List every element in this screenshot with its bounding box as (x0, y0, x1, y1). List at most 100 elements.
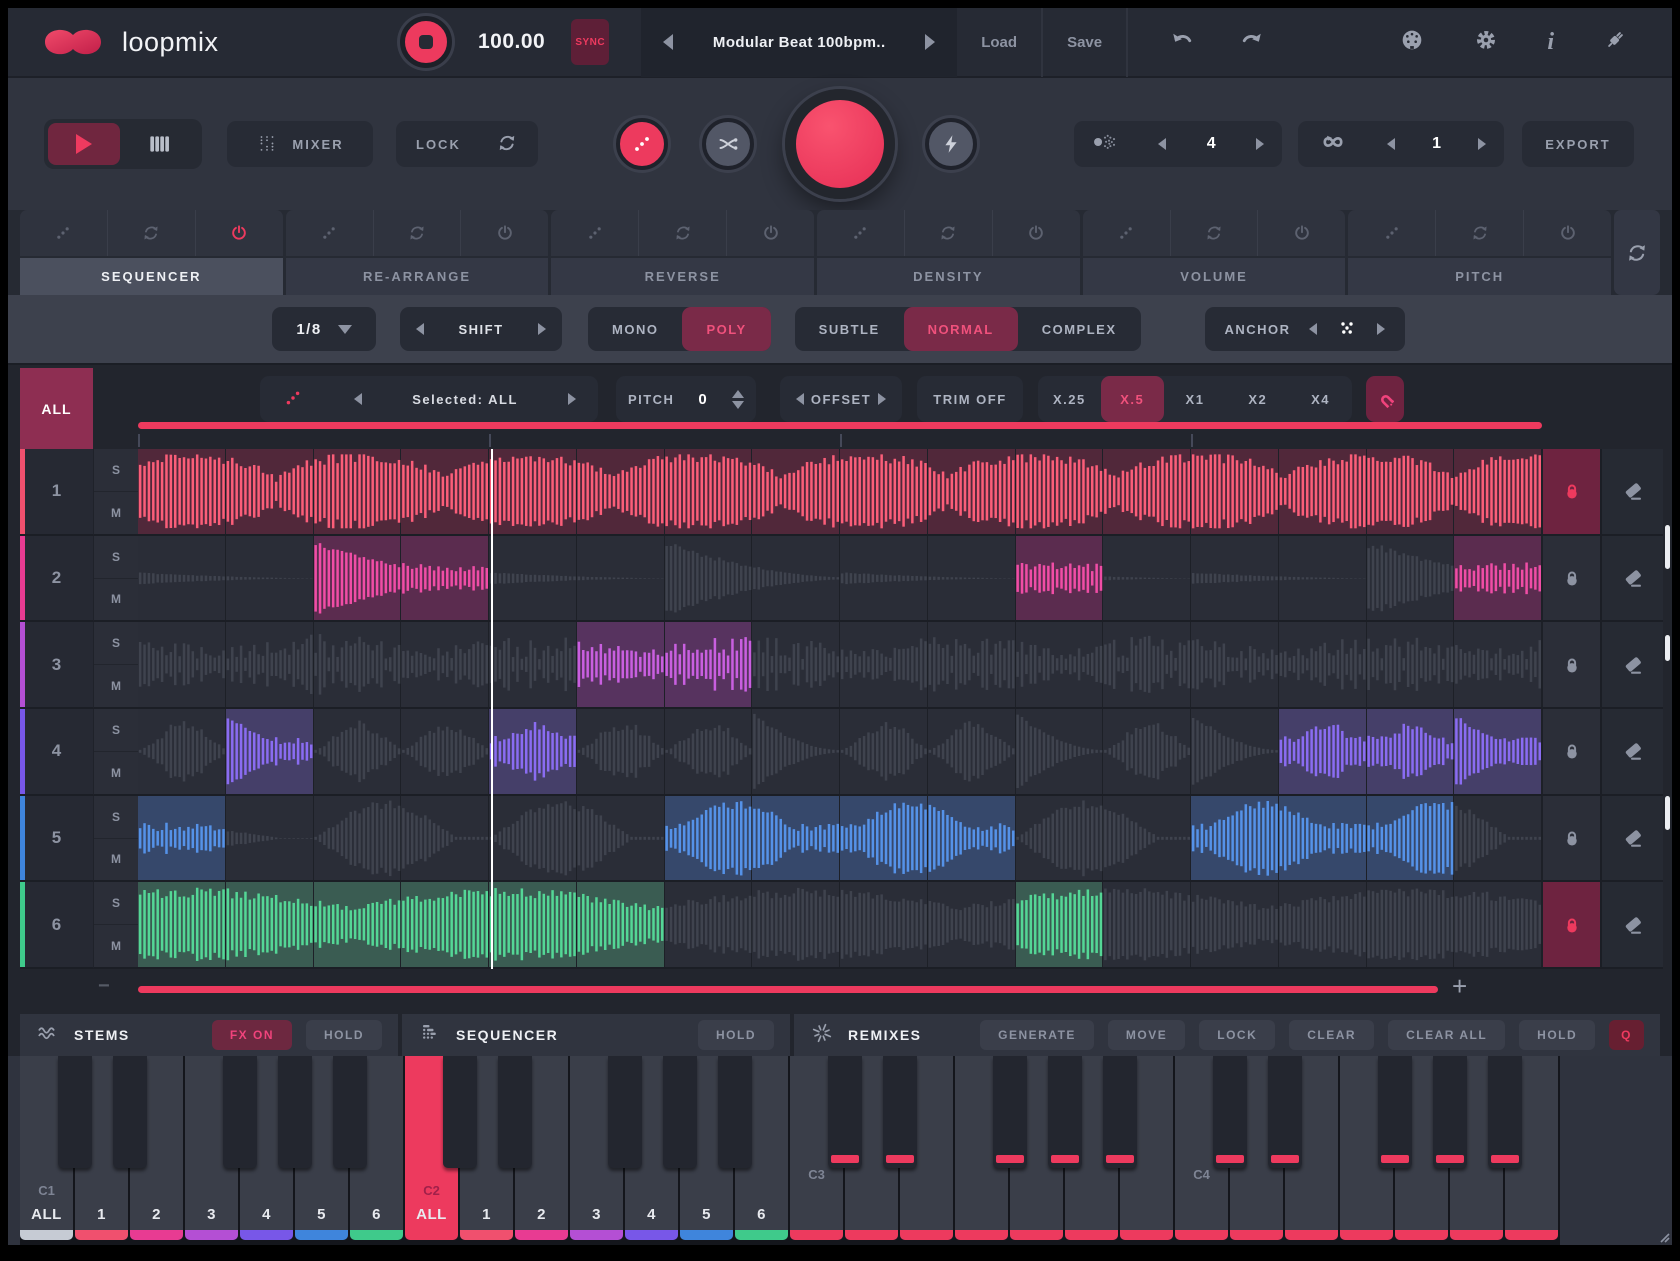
loop-cell[interactable] (1103, 622, 1191, 707)
loop-cell[interactable] (577, 622, 665, 707)
loop-cell[interactable] (752, 536, 840, 621)
mono-option[interactable]: MONO (588, 307, 682, 351)
step-down-icon[interactable] (732, 401, 744, 415)
loop-cell[interactable] (489, 709, 577, 794)
loop-cell[interactable] (1103, 796, 1191, 881)
anchor-prev-icon[interactable] (1309, 323, 1317, 335)
shuffle-button[interactable] (702, 118, 754, 170)
add-button[interactable]: + (1452, 971, 1467, 1002)
instant-remix-button[interactable] (925, 118, 977, 170)
loop-cell[interactable] (489, 796, 577, 881)
record-button[interactable] (785, 89, 895, 199)
solo-button[interactable]: S (94, 536, 138, 579)
power-icon[interactable] (727, 210, 814, 256)
loop-cell[interactable] (840, 536, 928, 621)
loop-cell[interactable] (138, 796, 226, 881)
speed-x2[interactable]: X2 (1226, 376, 1289, 422)
loop-cell[interactable] (577, 796, 665, 881)
loop-cell[interactable] (226, 449, 314, 534)
black-key[interactable] (1378, 1056, 1412, 1168)
pitch-stepper[interactable] (732, 384, 744, 415)
speed-x1[interactable]: X1 (1164, 376, 1227, 422)
shift-left-icon[interactable] (416, 323, 424, 335)
loop-cell[interactable] (928, 709, 1016, 794)
speed-x05[interactable]: X.5 (1101, 376, 1164, 422)
loop-cell[interactable] (1454, 796, 1542, 881)
loop-cell[interactable] (752, 882, 840, 967)
refresh-icon[interactable] (108, 210, 196, 256)
black-key[interactable] (718, 1056, 752, 1168)
random-dots-icon[interactable] (20, 210, 108, 256)
selected-prev-icon[interactable] (354, 393, 362, 405)
random-dots-icon[interactable] (282, 387, 304, 412)
loop-cell[interactable] (314, 622, 402, 707)
loop-cell[interactable] (489, 536, 577, 621)
redo-button[interactable] (1238, 29, 1264, 55)
black-key[interactable] (223, 1056, 257, 1168)
loop-cell[interactable] (1279, 796, 1367, 881)
remix-hold-button[interactable]: HOLD (1519, 1020, 1595, 1050)
loop-progress-bar[interactable] (138, 422, 1542, 429)
refresh-icon[interactable] (1171, 210, 1259, 256)
power-icon[interactable] (461, 210, 548, 256)
loop-cell[interactable] (840, 796, 928, 881)
tab-sequencer[interactable]: SEQUENCER (20, 258, 283, 295)
loop-cell[interactable] (1367, 449, 1455, 534)
mute-button[interactable]: M (94, 925, 138, 967)
remix-lock-button[interactable]: LOCK (1199, 1020, 1275, 1050)
loop-cell[interactable] (314, 882, 402, 967)
loop-cell[interactable] (314, 536, 402, 621)
mixer-button[interactable]: MIXER (227, 121, 373, 167)
scrollbar-segment[interactable] (1665, 635, 1670, 661)
tab-reverse[interactable]: REVERSE (551, 258, 814, 295)
loop-cell[interactable] (489, 449, 577, 534)
tab-pitch[interactable]: PITCH (1348, 258, 1611, 295)
loop-cell[interactable] (1103, 709, 1191, 794)
complex-option[interactable]: COMPLEX (1018, 307, 1141, 351)
tabs-refresh-button[interactable] (1614, 210, 1660, 295)
loop-cell[interactable] (401, 449, 489, 534)
pattern-next-icon[interactable] (1256, 138, 1264, 150)
black-key[interactable] (1268, 1056, 1302, 1168)
power-icon[interactable] (1524, 210, 1611, 256)
loop-cell[interactable] (1367, 536, 1455, 621)
load-button[interactable]: Load (957, 8, 1043, 77)
loop-cell[interactable] (665, 709, 753, 794)
loop-cell[interactable] (1103, 449, 1191, 534)
black-key[interactable] (333, 1056, 367, 1168)
loop-cell[interactable] (1367, 882, 1455, 967)
loop-cell[interactable] (1454, 622, 1542, 707)
loop-cell[interactable] (138, 882, 226, 967)
loop-cell[interactable] (1191, 449, 1279, 534)
random-dots-icon[interactable] (286, 210, 374, 256)
loop-cell[interactable] (577, 449, 665, 534)
move-button[interactable]: MOVE (1108, 1020, 1185, 1050)
zoom-out-button[interactable]: − (98, 975, 110, 998)
fx-on-button[interactable]: FX ON (212, 1020, 292, 1050)
randomize-button[interactable] (616, 118, 668, 170)
mute-button[interactable]: M (94, 492, 138, 534)
loop-cell[interactable] (1016, 796, 1104, 881)
black-key[interactable] (883, 1056, 917, 1168)
loop-cell[interactable] (1367, 622, 1455, 707)
refresh-icon[interactable] (905, 210, 993, 256)
loop-cell[interactable] (1279, 882, 1367, 967)
loop-cell[interactable] (928, 622, 1016, 707)
loop-cell[interactable] (314, 449, 402, 534)
loop-cell[interactable] (752, 622, 840, 707)
track-2-lock-button[interactable] (1542, 536, 1600, 623)
preset-prev-icon[interactable] (663, 34, 673, 50)
poly-option[interactable]: POLY (682, 307, 770, 351)
black-key[interactable] (1103, 1056, 1137, 1168)
gear-icon[interactable] (1473, 27, 1499, 58)
loop-cell[interactable] (840, 622, 928, 707)
loop-cell[interactable] (840, 449, 928, 534)
random-dots-icon[interactable] (1348, 210, 1436, 256)
keys-mode-button[interactable] (120, 131, 198, 157)
black-key[interactable] (1213, 1056, 1247, 1168)
power-icon[interactable] (196, 210, 283, 256)
black-key[interactable] (663, 1056, 697, 1168)
trim-toggle-button[interactable]: TRIM OFF (917, 376, 1023, 422)
loop-cell[interactable] (665, 536, 753, 621)
plug-icon[interactable] (1602, 27, 1628, 58)
